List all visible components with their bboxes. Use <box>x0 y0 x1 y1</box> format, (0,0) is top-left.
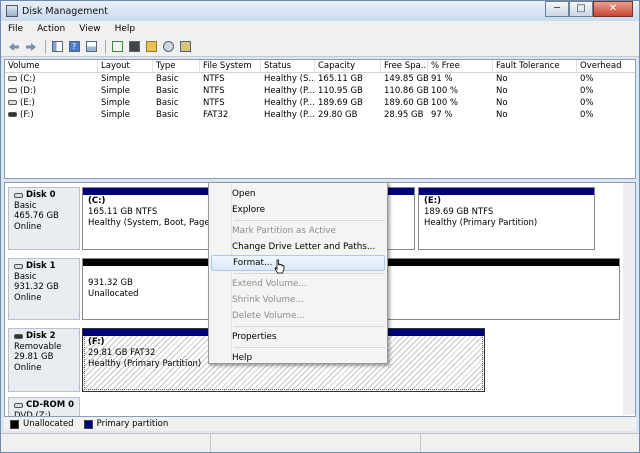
disk-icon <box>14 192 23 198</box>
legend-primary-partition: Primary partition <box>96 419 169 429</box>
menu-item-explore[interactable]: Explore <box>209 202 387 218</box>
menu-file[interactable]: File <box>1 24 30 34</box>
table-row[interactable]: (E:) Simple Basic NTFS Healthy (P... 189… <box>5 97 635 109</box>
menu-item-change-drive-letter[interactable]: Change Drive Letter and Paths... <box>209 239 387 255</box>
menu-bar: File Action View Help <box>1 21 639 37</box>
primary-partition-swatch <box>83 419 93 429</box>
menu-item-mark-active[interactable]: Mark Partition as Active <box>209 223 387 239</box>
table-row[interactable]: (D:) Simple Basic NTFS Healthy (P... 110… <box>5 85 635 97</box>
toolbar: ? <box>1 37 639 57</box>
rescan-icon[interactable] <box>127 40 141 54</box>
menu-action[interactable]: Action <box>30 24 72 34</box>
column-file-system[interactable]: File System <box>200 60 261 72</box>
console-tree-icon[interactable] <box>50 40 64 54</box>
disk-management-icon <box>6 5 18 17</box>
drive-icon <box>8 88 17 93</box>
properties-icon[interactable] <box>84 40 98 54</box>
table-row[interactable]: (F:) Simple Basic FAT32 Healthy (P... 29… <box>5 109 635 121</box>
column-percent-free[interactable]: % Free <box>428 60 493 72</box>
forward-arrow-icon[interactable] <box>24 40 38 54</box>
menu-item-help[interactable]: Help <box>209 350 387 366</box>
menu-item-open[interactable]: Open <box>209 186 387 202</box>
menu-separator <box>234 347 385 348</box>
column-status[interactable]: Status <box>261 60 315 72</box>
settings-icon[interactable] <box>178 40 192 54</box>
primary-partition-bar <box>419 188 594 195</box>
maximize-button[interactable]: □ <box>569 1 593 17</box>
menu-item-properties[interactable]: Properties <box>209 329 387 345</box>
back-arrow-icon[interactable] <box>7 40 21 54</box>
menu-separator <box>234 220 385 221</box>
close-button[interactable]: ✕ <box>593 1 633 17</box>
open-folder-icon[interactable] <box>144 40 158 54</box>
removable-drive-icon <box>8 112 17 117</box>
context-menu: Open Explore Mark Partition as Active Ch… <box>208 182 388 364</box>
disk-1-label[interactable]: Disk 1 Basic 931.32 GB Online <box>8 258 80 320</box>
toolbar-separator <box>45 39 46 54</box>
disk-0-label[interactable]: Disk 0 Basic 465.76 GB Online <box>8 187 80 250</box>
search-icon[interactable] <box>161 40 175 54</box>
table-row[interactable]: (C:) Simple Basic NTFS Healthy (S... 165… <box>5 73 635 85</box>
legend: Unallocated Primary partition <box>4 417 636 431</box>
disk-icon <box>14 263 23 269</box>
menu-separator <box>234 273 385 274</box>
vertical-scrollbar[interactable] <box>623 183 635 415</box>
window-title: Disk Management <box>22 5 109 17</box>
cdrom-0-label[interactable]: CD-ROM 0 DVD (Z:) <box>8 397 80 416</box>
toolbar-separator <box>105 39 106 54</box>
menu-item-extend-volume[interactable]: Extend Volume... <box>209 276 387 292</box>
partition-e[interactable]: (E:) 189.69 GB NTFS Healthy (Primary Par… <box>418 187 595 250</box>
disk-management-window: Disk Management ─ □ ✕ File Action View H… <box>0 0 640 453</box>
column-overhead[interactable]: Overhead <box>577 60 637 72</box>
volume-list-header: Volume Layout Type File System Status Ca… <box>5 60 637 73</box>
drive-icon <box>8 76 17 81</box>
help-icon[interactable]: ? <box>67 40 81 54</box>
menu-item-delete-volume[interactable]: Delete Volume... <box>209 308 387 324</box>
menu-item-format[interactable]: Format... <box>211 255 385 271</box>
column-free-space[interactable]: Free Spa... <box>381 60 428 72</box>
mouse-cursor-icon <box>274 259 285 274</box>
legend-unallocated: Unallocated <box>23 419 74 429</box>
column-capacity[interactable]: Capacity <box>315 60 381 72</box>
menu-view[interactable]: View <box>72 24 107 34</box>
minimize-button[interactable]: ─ <box>545 1 569 17</box>
drive-icon <box>8 100 17 105</box>
refresh-icon[interactable] <box>110 40 124 54</box>
disk-2-label[interactable]: Disk 2 Removable 29.81 GB Online <box>8 328 80 392</box>
status-bar <box>1 433 639 452</box>
title-bar[interactable]: Disk Management ─ □ ✕ <box>1 1 639 21</box>
status-section <box>211 434 421 452</box>
menu-item-shrink-volume[interactable]: Shrink Volume... <box>209 292 387 308</box>
column-type[interactable]: Type <box>153 60 200 72</box>
volume-list: Volume Layout Type File System Status Ca… <box>4 59 637 179</box>
unallocated-swatch <box>10 419 19 429</box>
column-volume[interactable]: Volume <box>5 60 98 72</box>
removable-disk-icon <box>14 333 23 339</box>
cdrom-icon <box>14 402 23 408</box>
status-section <box>1 434 211 452</box>
menu-separator <box>234 326 385 327</box>
column-layout[interactable]: Layout <box>98 60 153 72</box>
column-fault-tolerance[interactable]: Fault Tolerance <box>493 60 577 72</box>
menu-help[interactable]: Help <box>108 24 143 34</box>
